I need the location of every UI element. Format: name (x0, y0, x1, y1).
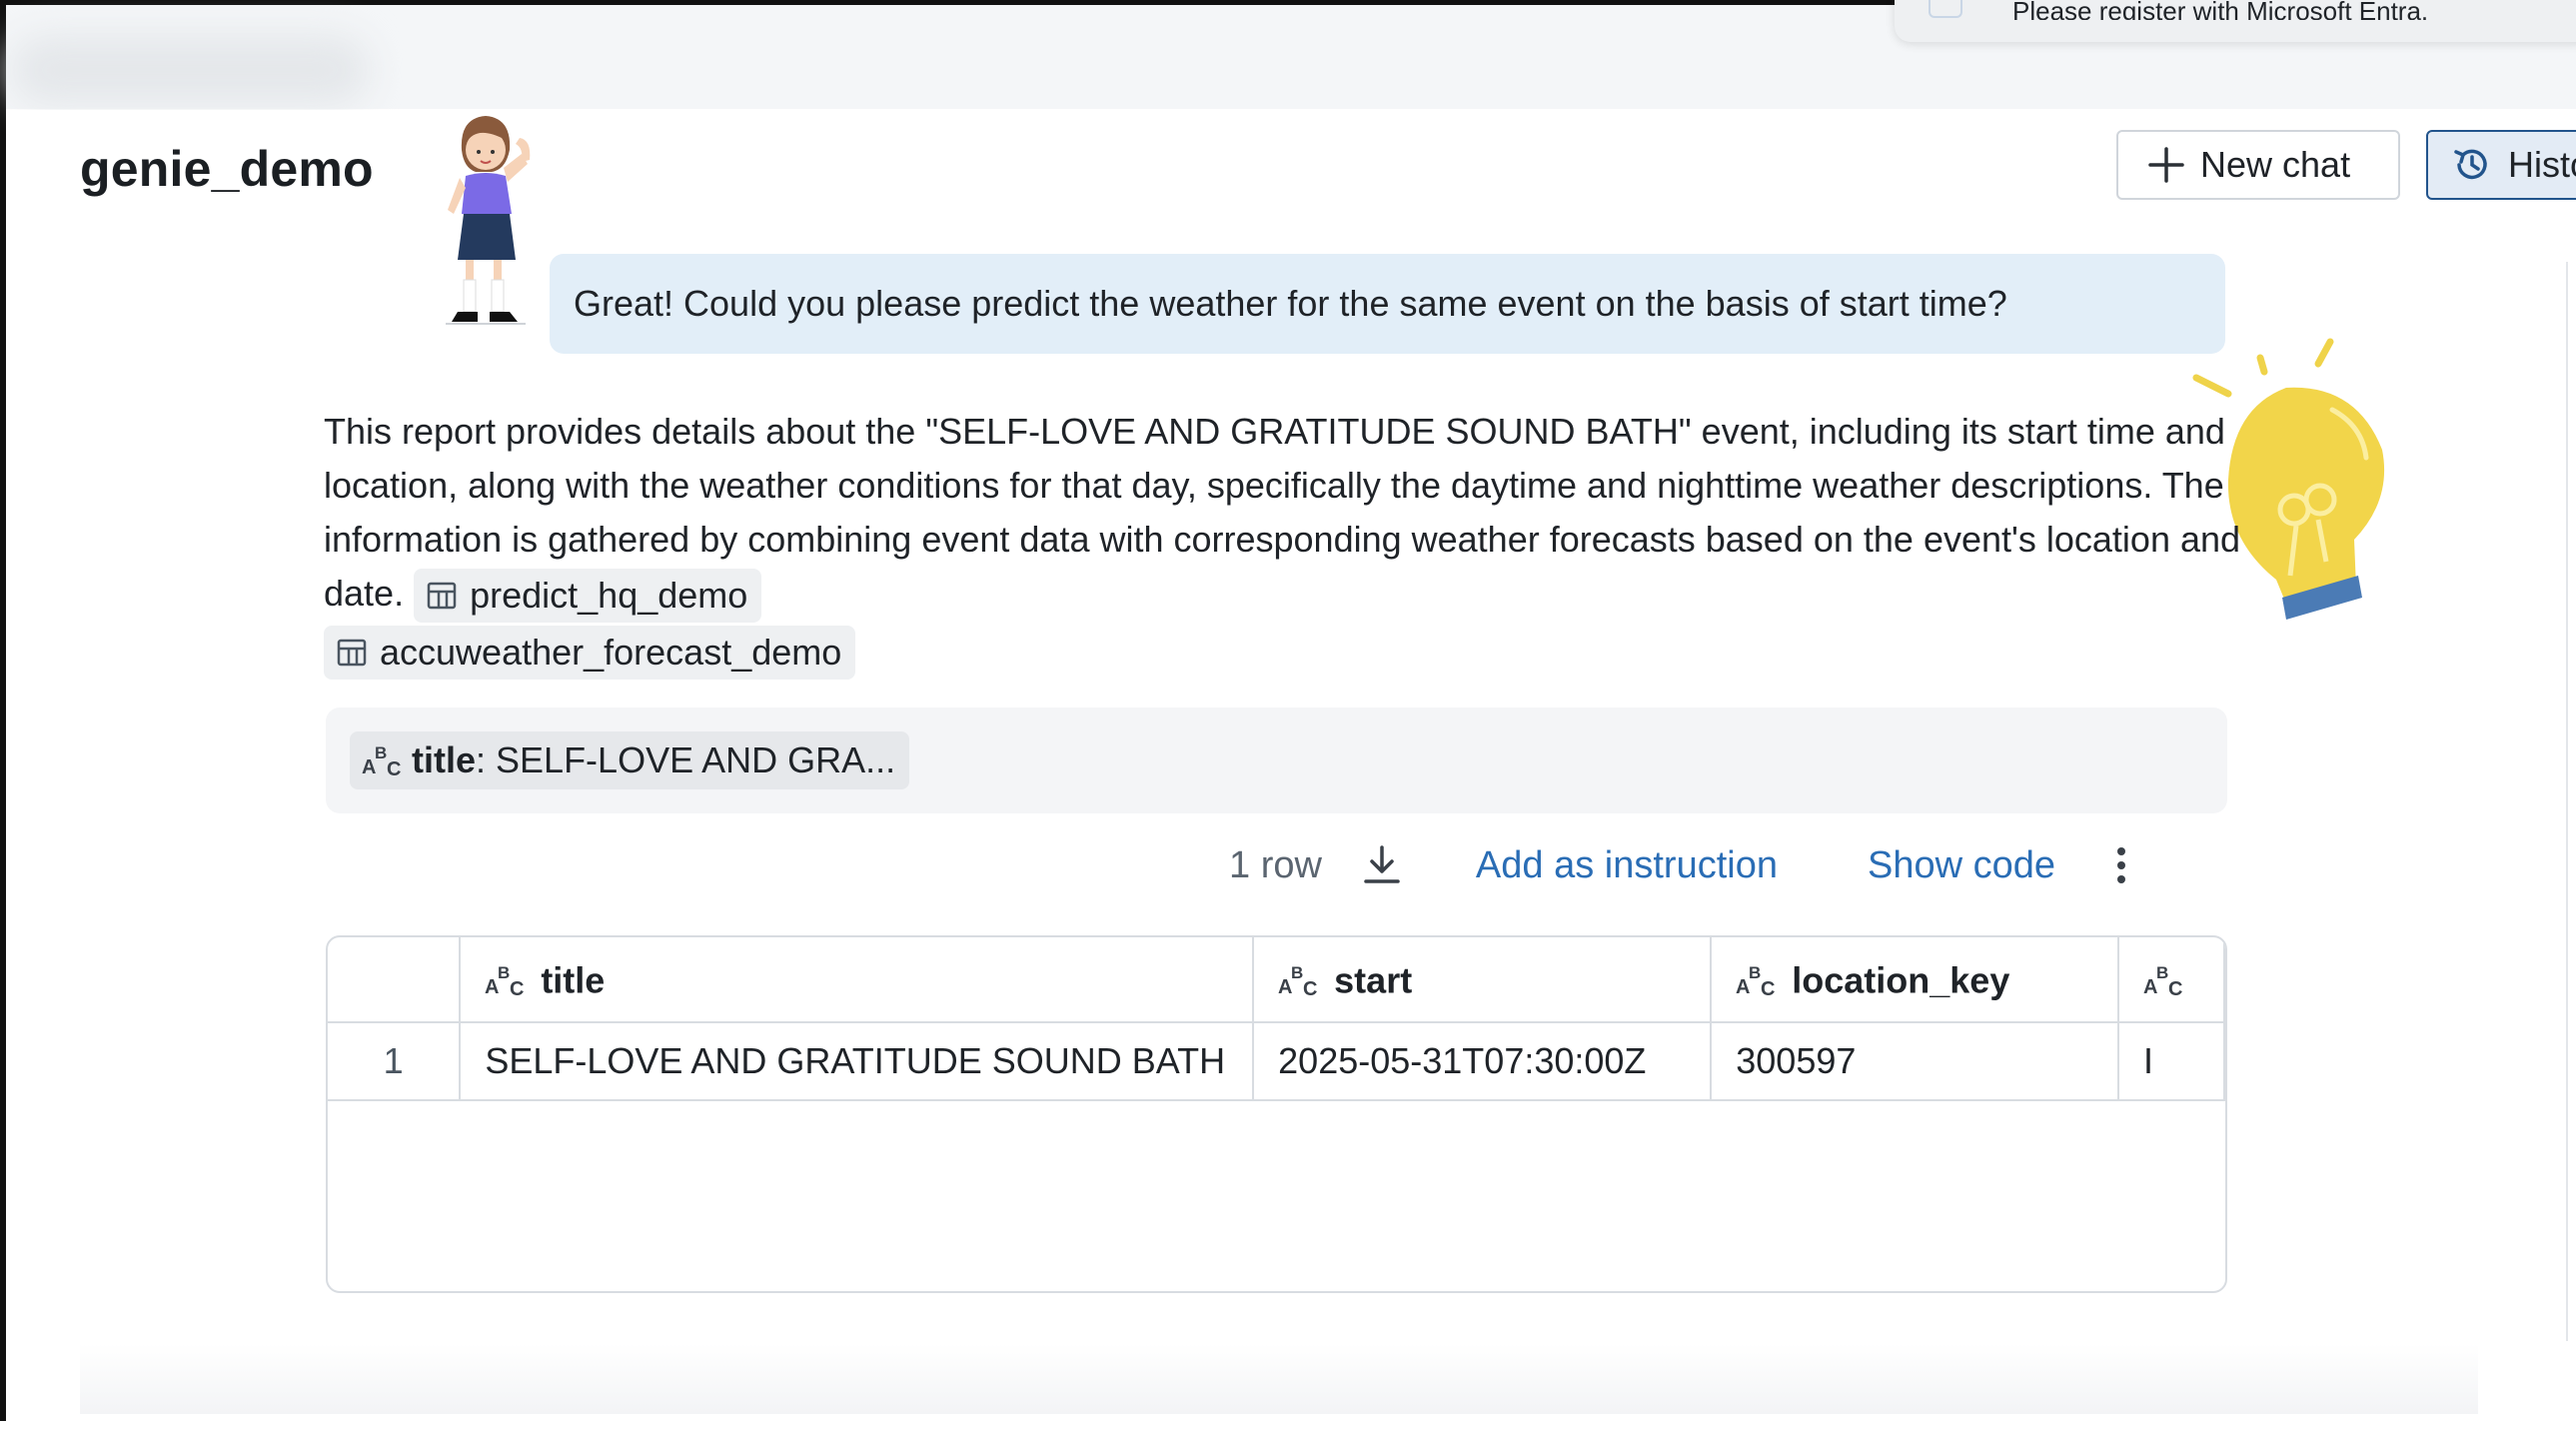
filter-bar: ABC title: SELF-LOVE AND GRA... (326, 708, 2227, 813)
girl-illustration-icon (446, 116, 531, 325)
cell-location-key[interactable]: 300597 (1711, 1022, 2119, 1101)
kebab-menu-icon[interactable] (2117, 847, 2125, 883)
row-count: 1 row (1229, 843, 1322, 886)
svg-text:B: B (498, 963, 510, 982)
cell-start[interactable]: 2025-05-31T07:30:00Z (1253, 1022, 1713, 1101)
row-index-header (328, 937, 462, 1023)
column-header-location-key[interactable]: A B C location_key (1711, 937, 2119, 1023)
column-header-label: start (1334, 959, 1413, 1001)
filter-chip-title[interactable]: ABC title: SELF-LOVE AND GRA... (350, 731, 910, 789)
column-header-start[interactable]: A B C start (1253, 937, 1713, 1023)
table-chip-predict-hq[interactable]: predict_hq_demo (414, 569, 762, 624)
window-frame-left (0, 0, 6, 1421)
svg-text:B: B (1291, 963, 1303, 982)
result-table: A B C title A B C start A B C location_key ABC 1 … (328, 937, 2225, 1101)
notification-text: Please register with Microsoft Entra. (2012, 0, 2429, 20)
add-as-instruction-link[interactable]: Add as instruction (1476, 844, 1778, 887)
svg-text:B: B (2156, 963, 2168, 982)
svg-text:B: B (1749, 963, 1761, 982)
column-header-truncated[interactable]: ABC (2117, 937, 2225, 1023)
download-icon[interactable] (1360, 843, 1404, 887)
abc-type-icon: ABC (362, 740, 402, 780)
column-header-label: location_key (1792, 959, 2010, 1001)
table-icon (426, 580, 458, 612)
plus-icon (2146, 145, 2186, 185)
cell-title[interactable]: SELF-LOVE AND GRATITUDE SOUND BATH (460, 1022, 1255, 1101)
notification-toast[interactable]: Please register with Microsoft Entra. (1895, 0, 2576, 42)
history-clock-icon (2450, 143, 2494, 187)
user-message-text: Great! Could you please predict the weat… (574, 283, 2007, 324)
svg-text:B: B (375, 743, 387, 762)
abc-type-icon: ABC (1278, 960, 1322, 1000)
result-table-container: A B C title A B C start A B C location_key ABC 1 … (326, 935, 2227, 1293)
abc-type-icon: ABC (485, 960, 529, 1000)
svg-text:C: C (510, 978, 524, 1000)
svg-text:C: C (2168, 978, 2182, 1000)
history-button[interactable]: History (2426, 130, 2576, 200)
table-chip-accuweather[interactable]: accuweather_forecast_demo (324, 625, 856, 680)
table-chip-label: accuweather_forecast_demo (380, 631, 842, 673)
page-title: genie_demo (80, 141, 374, 197)
show-code-link[interactable]: Show code (1868, 844, 2055, 887)
abc-type-icon: ABC (1736, 960, 1780, 1000)
filter-value: : SELF-LOVE AND GRA... (476, 739, 896, 780)
bottom-fade (80, 1344, 2478, 1414)
table-header-row: A B C title A B C start A B C location_key ABC (328, 937, 2225, 1023)
new-chat-button[interactable]: New chat (2116, 130, 2400, 200)
table-row[interactable]: 1 SELF-LOVE AND GRATITUDE SOUND BATH 202… (328, 1022, 2225, 1101)
table-chip-label: predict_hq_demo (470, 575, 748, 617)
svg-text:C: C (1303, 978, 1317, 1000)
new-chat-label: New chat (2200, 144, 2351, 185)
abc-type-icon: ABC (2143, 960, 2187, 1000)
notification-icon (1929, 0, 1962, 18)
answer-paragraph: This report provides details about the "… (324, 405, 2242, 680)
column-header-label: title (541, 959, 606, 1001)
column-header-title[interactable]: A B C title (460, 937, 1255, 1023)
history-label: History (2508, 144, 2576, 185)
svg-text:C: C (1761, 978, 1775, 1000)
table-icon (336, 637, 368, 669)
filter-field: title (412, 739, 477, 780)
svg-text:C: C (387, 758, 401, 780)
side-panel-divider (2566, 262, 2568, 1341)
row-index: 1 (328, 1022, 462, 1101)
user-message-bubble: Great! Could you please predict the weat… (550, 254, 2225, 354)
result-actions-bar: 1 row Add as instruction Show code (1229, 835, 2125, 895)
blurred-background-element (10, 35, 370, 105)
cell-truncated[interactable]: I (2117, 1022, 2225, 1101)
